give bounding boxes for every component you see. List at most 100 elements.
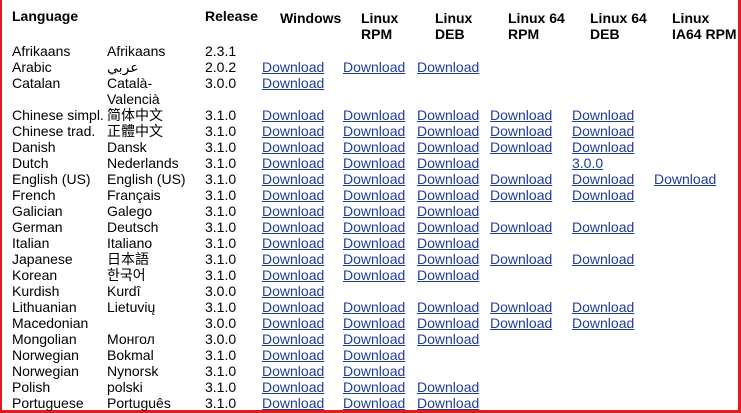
table-row: Norwegian Nynorsk 3.1.0 Download Download xyxy=(0,363,741,379)
linux-deb-download[interactable]: Download xyxy=(417,251,489,267)
linux-rpm-download[interactable]: Download xyxy=(343,363,415,379)
linux-rpm-download[interactable]: Download xyxy=(343,123,415,139)
windows-download[interactable]: Download xyxy=(262,235,340,251)
release-cell: 3.1.0 xyxy=(205,123,237,139)
linux-deb-download[interactable]: Download xyxy=(417,267,489,283)
linux-deb-download[interactable]: Download xyxy=(417,331,489,347)
linux64-deb-download[interactable]: Download xyxy=(572,187,652,203)
linux-deb-download[interactable]: Download xyxy=(417,123,489,139)
release-cell: 3.1.0 xyxy=(205,187,237,203)
linux64-deb-download xyxy=(572,235,652,251)
table-row: Chinese trad. 正體中文 3.1.0 Download Download Do… xyxy=(0,123,741,139)
language-cell: Galician xyxy=(12,203,63,219)
linux-rpm-download[interactable]: Download xyxy=(343,59,415,75)
windows-download[interactable]: Download xyxy=(262,187,340,203)
linux-rpm-download[interactable]: Download xyxy=(343,299,415,315)
linux64-deb-download[interactable]: Download xyxy=(572,299,652,315)
release-cell: 2.3.1 xyxy=(205,43,237,59)
windows-download[interactable]: Download xyxy=(262,75,340,91)
linux-rpm-download[interactable]: Download xyxy=(343,203,415,219)
linux64-rpm-download[interactable]: Download xyxy=(490,299,570,315)
linux-deb-download[interactable]: Download xyxy=(417,155,489,171)
linux-rpm-download[interactable]: Download xyxy=(343,267,415,283)
linux-rpm-download[interactable]: Download xyxy=(343,171,415,187)
windows-download[interactable]: Download xyxy=(262,315,340,331)
linux-rpm-download[interactable]: Download xyxy=(343,251,415,267)
linux64-rpm-download[interactable]: Download xyxy=(490,107,570,123)
linux64-deb-download[interactable]: Download xyxy=(572,139,652,155)
windows-download[interactable]: Download xyxy=(262,363,340,379)
linux64-deb-download xyxy=(572,379,652,395)
linux-deb-download[interactable]: Download xyxy=(417,187,489,203)
windows-download[interactable]: Download xyxy=(262,283,340,299)
linux64-rpm-download[interactable]: Download xyxy=(490,171,570,187)
linux-deb-download[interactable]: Download xyxy=(417,315,489,331)
linux-rpm-download[interactable]: Download xyxy=(343,155,415,171)
release-cell: 3.1.0 xyxy=(205,363,237,379)
linux-rpm-download[interactable]: Download xyxy=(343,347,415,363)
linux64-rpm-download xyxy=(490,331,570,347)
linux64-rpm-download[interactable]: Download xyxy=(490,219,570,235)
linux-deb-download[interactable]: Download xyxy=(417,379,489,395)
linux64-deb-download[interactable]: 3.0.0 xyxy=(572,155,652,171)
windows-download[interactable]: Download xyxy=(262,107,340,123)
linux64-rpm-download[interactable]: Download xyxy=(490,123,570,139)
linux64-deb-download[interactable]: Download xyxy=(572,251,652,267)
linux64-deb-download[interactable]: Download xyxy=(572,171,652,187)
linux-rpm-download[interactable]: Download xyxy=(343,107,415,123)
windows-download[interactable]: Download xyxy=(262,139,340,155)
linux-rpm-download[interactable]: Download xyxy=(343,139,415,155)
linux64-deb-download xyxy=(572,75,652,91)
windows-download[interactable]: Download xyxy=(262,203,340,219)
linux-deb-download[interactable]: Download xyxy=(417,203,489,219)
linux-deb-download[interactable]: Download xyxy=(417,235,489,251)
release-cell: 3.1.0 xyxy=(205,203,237,219)
linux64-rpm-download xyxy=(490,267,570,283)
linux64-rpm-download[interactable]: Download xyxy=(490,315,570,331)
linux-rpm-download[interactable]: Download xyxy=(343,395,415,411)
windows-download[interactable]: Download xyxy=(262,155,340,171)
linux-deb-download xyxy=(417,75,489,91)
linux-rpm-download[interactable]: Download xyxy=(343,379,415,395)
linux-rpm-download[interactable]: Download xyxy=(343,315,415,331)
linux-rpm-download[interactable]: Download xyxy=(343,235,415,251)
linux64-rpm-download[interactable]: Download xyxy=(490,139,570,155)
native-name-cell: Galego xyxy=(107,203,153,219)
native-name-cell: Kurdî xyxy=(107,283,141,299)
linux-deb-download[interactable]: Download xyxy=(417,395,489,411)
linux64-rpm-download xyxy=(490,203,570,219)
table-row: Kurdish Kurdî 3.0.0 Download xyxy=(0,283,741,299)
windows-download[interactable]: Download xyxy=(262,59,340,75)
windows-download[interactable]: Download xyxy=(262,171,340,187)
windows-download[interactable]: Download xyxy=(262,395,340,411)
linux-ia64-rpm-download xyxy=(654,203,734,219)
windows-download[interactable]: Download xyxy=(262,379,340,395)
release-cell: 3.1.0 xyxy=(205,395,237,411)
windows-download[interactable]: Download xyxy=(262,331,340,347)
linux-ia64-rpm-download xyxy=(654,235,734,251)
linux-ia64-rpm-download[interactable]: Download xyxy=(654,171,734,187)
windows-download[interactable]: Download xyxy=(262,347,340,363)
table-row: Dutch Nederlands 3.1.0 Download Download Down… xyxy=(0,155,741,171)
header-linux64-deb: Linux 64 DEB xyxy=(590,10,647,42)
linux-deb-download[interactable]: Download xyxy=(417,171,489,187)
linux64-deb-download[interactable]: Download xyxy=(572,123,652,139)
windows-download[interactable]: Download xyxy=(262,299,340,315)
windows-download[interactable]: Download xyxy=(262,219,340,235)
linux64-deb-download[interactable]: Download xyxy=(572,219,652,235)
linux-deb-download[interactable]: Download xyxy=(417,299,489,315)
linux-deb-download[interactable]: Download xyxy=(417,59,489,75)
windows-download[interactable]: Download xyxy=(262,251,340,267)
windows-download[interactable]: Download xyxy=(262,123,340,139)
linux64-rpm-download[interactable]: Download xyxy=(490,251,570,267)
windows-download[interactable]: Download xyxy=(262,267,340,283)
linux64-deb-download[interactable]: Download xyxy=(572,107,652,123)
linux-rpm-download[interactable]: Download xyxy=(343,187,415,203)
linux64-rpm-download[interactable]: Download xyxy=(490,187,570,203)
linux-rpm-download[interactable]: Download xyxy=(343,219,415,235)
linux-rpm-download[interactable]: Download xyxy=(343,331,415,347)
linux-deb-download[interactable]: Download xyxy=(417,219,489,235)
linux-deb-download[interactable]: Download xyxy=(417,139,489,155)
linux64-deb-download[interactable]: Download xyxy=(572,315,652,331)
linux-deb-download[interactable]: Download xyxy=(417,107,489,123)
